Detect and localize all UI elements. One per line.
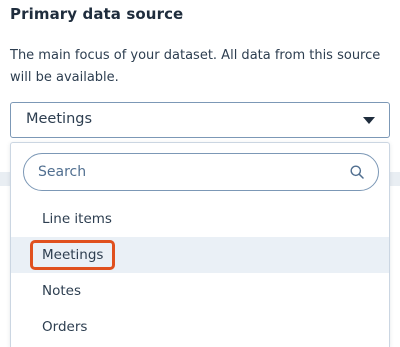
- data-source-panel: Primary data source The main focus of yo…: [0, 0, 400, 347]
- option-label: Orders: [42, 319, 88, 335]
- select-value: Meetings: [26, 111, 93, 127]
- option-label: Notes: [42, 283, 81, 299]
- option-orders[interactable]: Orders: [11, 309, 389, 345]
- source-dropdown-menu: Line items Meetings Notes Orders: [10, 142, 390, 347]
- search-input[interactable]: [38, 154, 338, 190]
- primary-source-select[interactable]: Meetings: [10, 102, 390, 138]
- option-notes[interactable]: Notes: [11, 273, 389, 309]
- caret-down-icon: [363, 117, 375, 124]
- section-description: The main focus of your dataset. All data…: [10, 48, 381, 85]
- option-line-items[interactable]: Line items: [11, 201, 389, 237]
- section-title: Primary data source: [10, 5, 184, 23]
- search-icon[interactable]: [350, 165, 364, 179]
- option-meetings[interactable]: Meetings: [11, 237, 389, 273]
- option-label: Line items: [42, 211, 112, 227]
- option-label: Meetings: [30, 240, 116, 270]
- search-field[interactable]: [23, 153, 379, 191]
- options-list: Line items Meetings Notes Orders: [11, 201, 389, 345]
